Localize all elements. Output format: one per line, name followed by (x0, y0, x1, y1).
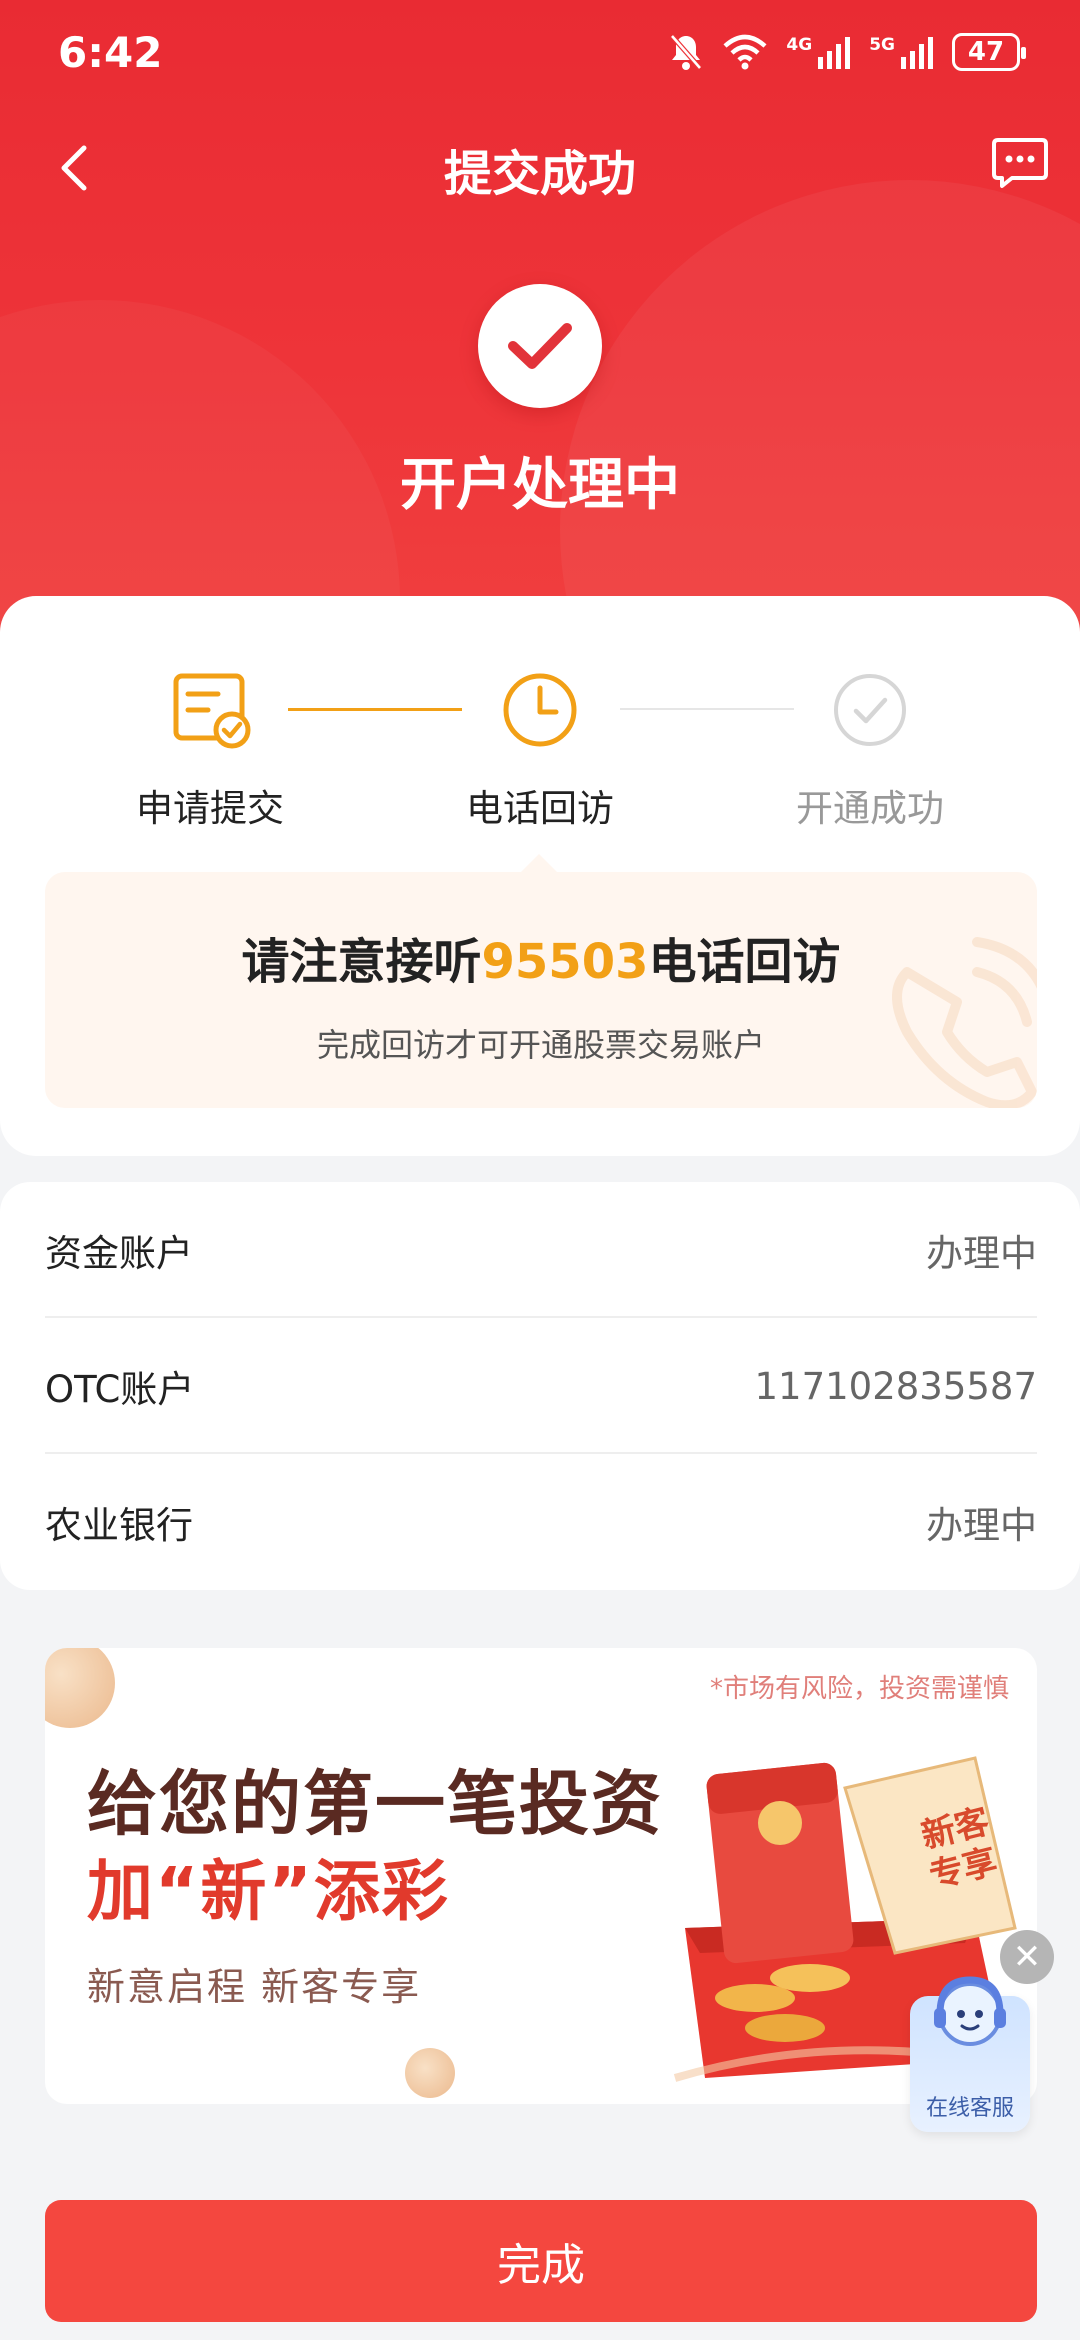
header-background: 6:42 4G 5G 47 提交成功 开户处理中 (0, 0, 1080, 660)
battery-level: 47 (967, 37, 1005, 67)
step-label: 开通成功 (796, 787, 944, 830)
status-time: 6:42 (58, 28, 163, 77)
account-row: 资金账户 办理中 (45, 1182, 1037, 1318)
notice-suffix: 电话回访 (648, 934, 841, 990)
document-check-icon (173, 673, 251, 749)
banner-tagline: 新意启程 新客专享 (87, 1965, 422, 2009)
network-label: 5G (869, 35, 895, 55)
signal-bars-icon (818, 37, 851, 69)
signal-5g: 5G (869, 35, 934, 69)
notice-phone-number: 95503 (481, 934, 649, 990)
step-activated: 开通成功 (760, 668, 980, 832)
checkmark-icon (508, 323, 572, 369)
account-name: 农业银行 (45, 1504, 193, 1547)
account-name: 资金账户 (45, 1232, 193, 1275)
account-status: 办理中 (926, 1504, 1037, 1547)
decorative-coin (45, 1648, 115, 1728)
battery-indicator: 47 (952, 33, 1026, 71)
account-number: 117102835587 (754, 1364, 1038, 1408)
support-avatar-icon (934, 1976, 1006, 2046)
promo-banner[interactable]: *市场有风险，投资需谨慎 给您的第一笔投资 加“新”添彩 新意启程 新客专享 新… (45, 1648, 1037, 2104)
step-label: 电话回访 (466, 787, 614, 830)
status-icons: 4G 5G 47 (668, 32, 1026, 72)
step-label: 申请提交 (136, 787, 284, 830)
notice-prefix: 请注意接听 (241, 934, 482, 990)
done-button[interactable]: 完成 (45, 2200, 1037, 2322)
decorative-coin (405, 2048, 455, 2098)
notice-subtitle: 完成回访才可开通股票交易账户 (316, 1026, 765, 1064)
network-label: 4G (786, 35, 813, 55)
status-heading: 开户处理中 (400, 453, 680, 518)
clock-icon (503, 673, 577, 747)
navigation-bar: 提交成功 (0, 120, 1080, 212)
account-row: 农业银行 办理中 (45, 1454, 1037, 1590)
mute-bell-icon (670, 34, 703, 70)
notice-title: 请注意接听95503电话回访 (45, 922, 1037, 992)
banner-headline: 给您的第一笔投资 (87, 1763, 663, 1845)
support-label: 在线客服 (925, 2096, 1014, 2121)
account-name: OTC账户 (45, 1368, 195, 1411)
online-support-button[interactable]: 在线客服 (910, 1976, 1030, 2132)
risk-disclaimer: *市场有风险，投资需谨慎 (709, 1674, 1009, 1704)
success-badge (478, 284, 602, 408)
step-phone-callback: 电话回访 (430, 668, 650, 832)
header-sheen (560, 180, 1080, 660)
callback-notice: 请注意接听95503电话回访 完成回访才可开通股票交易账户 (45, 872, 1037, 1108)
step-submitted: 申请提交 (100, 668, 320, 832)
close-icon[interactable]: ✕ (1000, 1930, 1054, 1984)
check-circle-icon (834, 674, 906, 746)
account-list: 资金账户 办理中 OTC账户 117102835587 农业银行 办理中 (0, 1182, 1080, 1590)
status-bar: 6:42 4G 5G 47 (0, 0, 1080, 110)
message-icon[interactable] (990, 136, 1050, 190)
account-row: OTC账户 117102835587 (45, 1318, 1037, 1454)
progress-card: 申请提交 电话回访 开通成功 请注意接听95503电话回访 完成回访才可开通股票… (0, 596, 1080, 1156)
wifi-icon (723, 34, 767, 70)
banner-subheadline: 加“新”添彩 (87, 1853, 450, 1930)
signal-bars-icon (901, 37, 933, 69)
signal-4g: 4G (786, 35, 851, 69)
page-title: 提交成功 (443, 146, 636, 202)
account-status: 办理中 (926, 1232, 1037, 1275)
